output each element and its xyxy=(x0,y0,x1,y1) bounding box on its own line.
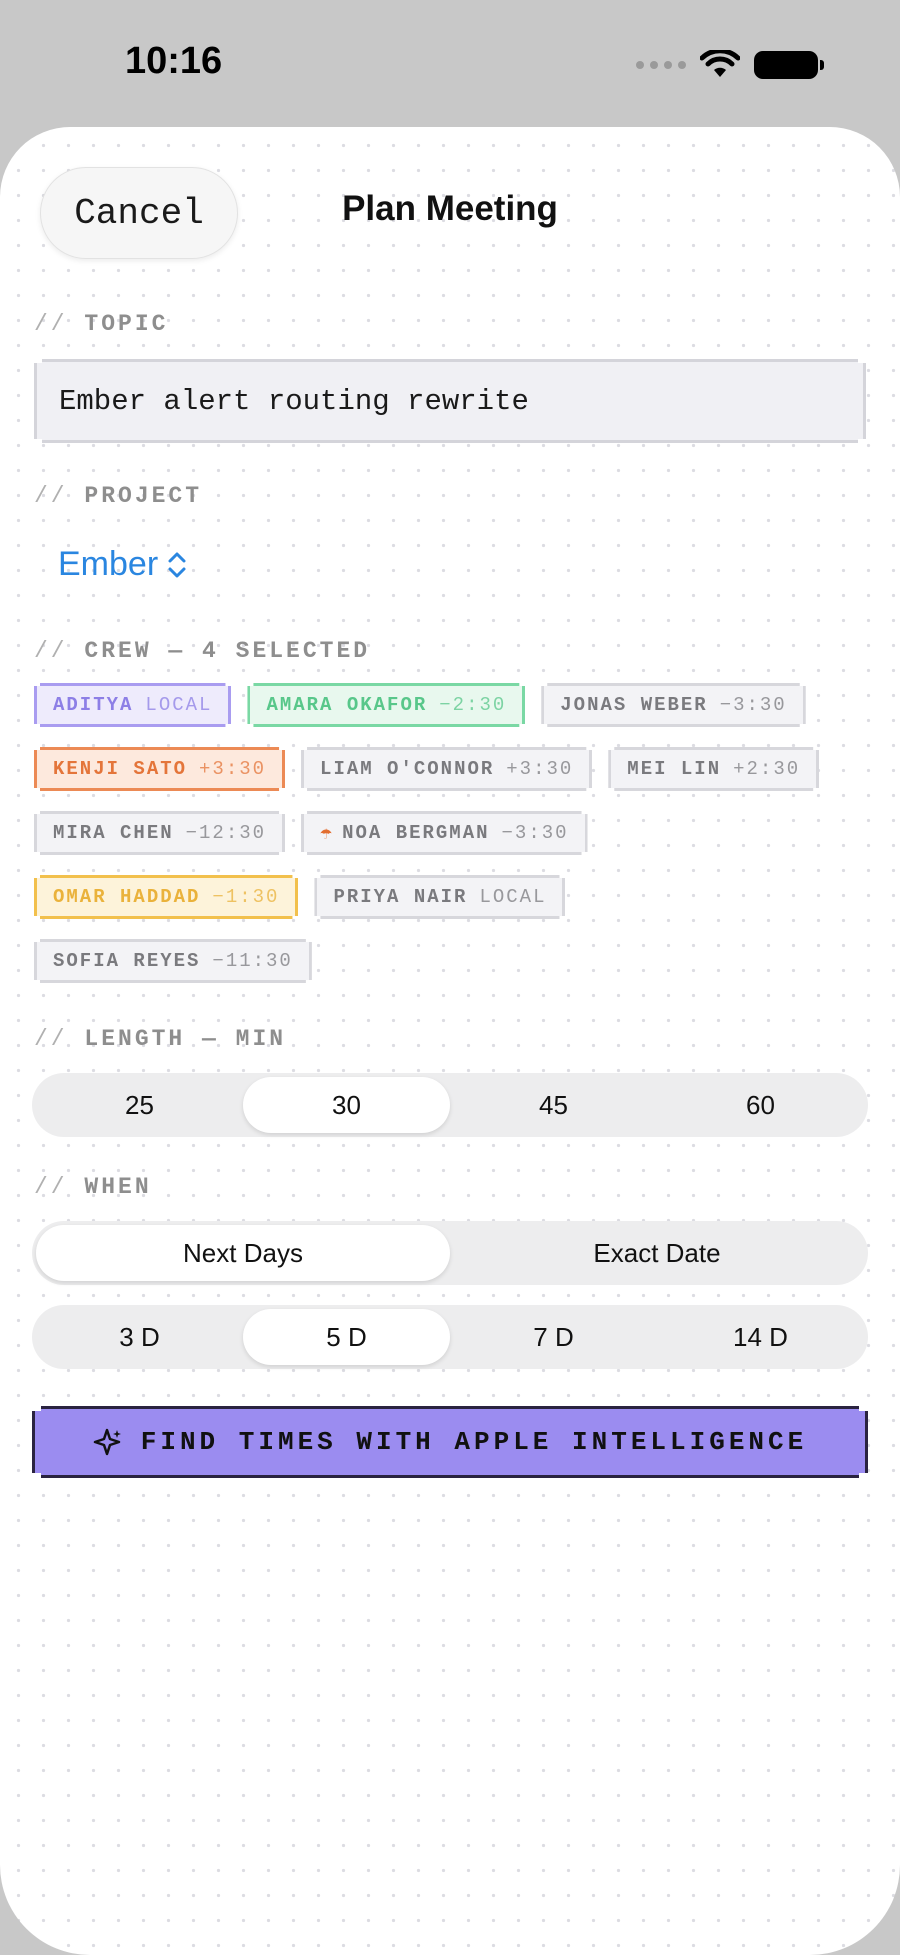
when-mode-picker: Next Days Exact Date xyxy=(32,1221,868,1285)
when-label: // WHEN xyxy=(34,1174,152,1200)
days-option-14[interactable]: 14 D xyxy=(657,1309,864,1365)
chevron-up-down-icon xyxy=(168,552,186,577)
days-option-7[interactable]: 7 D xyxy=(450,1309,657,1365)
crew-chip-priya-nair[interactable]: PRIYA NAIR LOCAL xyxy=(314,875,565,919)
topic-label: // TOPIC xyxy=(34,311,169,337)
crew-row: ADITYA LOCAL AMARA OKAFOR −2:30 JONAS WEBE… xyxy=(34,683,874,727)
status-icons xyxy=(636,50,824,80)
topic-input[interactable]: Ember alert routing rewrite xyxy=(34,359,866,443)
cellular-icon xyxy=(636,61,686,69)
crew-row: MIRA CHEN −12:30 ☂ NOA BERGMAN −3:30 xyxy=(34,811,874,855)
days-option-3[interactable]: 3 D xyxy=(36,1309,243,1365)
battery-icon xyxy=(754,51,824,79)
days-picker: 3 D 5 D 7 D 14 D xyxy=(32,1305,868,1369)
crew-chip-mei-lin[interactable]: MEI LIN +2:30 xyxy=(608,747,819,791)
length-option-25[interactable]: 25 xyxy=(36,1077,243,1133)
sparkle-icon xyxy=(93,1427,123,1457)
crew-chip-omar-haddad[interactable]: OMAR HADDAD −1:30 xyxy=(34,875,298,919)
crew-chip-aditya[interactable]: ADITYA LOCAL xyxy=(34,683,231,727)
status-time: 10:16 xyxy=(125,40,223,82)
length-option-30[interactable]: 30 xyxy=(243,1077,450,1133)
crew-row: KENJI SATO +3:30 LIAM O'CONNOR +3:30 MEI L… xyxy=(34,747,874,791)
crew-row: SOFIA REYES −11:30 xyxy=(34,939,874,983)
umbrella-icon: ☂ xyxy=(320,823,335,846)
length-option-45[interactable]: 45 xyxy=(450,1077,657,1133)
page-title: Plan Meeting xyxy=(342,189,558,228)
project-value: Ember xyxy=(58,545,159,583)
days-option-5[interactable]: 5 D xyxy=(243,1309,450,1365)
length-option-60[interactable]: 60 xyxy=(657,1077,864,1133)
crew-chip-amara-okafor[interactable]: AMARA OKAFOR −2:30 xyxy=(247,683,525,727)
wifi-icon xyxy=(700,50,740,77)
crew-chip-sofia-reyes[interactable]: SOFIA REYES −11:30 xyxy=(34,939,312,983)
project-picker[interactable]: Ember xyxy=(58,545,188,584)
length-picker: 25 30 45 60 xyxy=(32,1073,868,1137)
crew-label: // CREW — 4 SELECTED xyxy=(34,638,371,664)
crew-chip-noa-bergman[interactable]: ☂ NOA BERGMAN −3:30 xyxy=(301,811,587,855)
mode-exact-date[interactable]: Exact Date xyxy=(450,1225,864,1281)
mode-next-days[interactable]: Next Days xyxy=(36,1225,450,1281)
crew-chip-mira-chen[interactable]: MIRA CHEN −12:30 xyxy=(34,811,285,855)
find-times-label: FIND TIMES WITH APPLE INTELLIGENCE xyxy=(140,1427,808,1457)
plan-meeting-sheet: Cancel Plan Meeting // TOPIC Ember alert… xyxy=(0,127,900,1955)
length-label: // LENGTH — MIN xyxy=(34,1026,287,1052)
find-times-button[interactable]: FIND TIMES WITH APPLE INTELLIGENCE xyxy=(32,1406,868,1478)
project-label: // PROJECT xyxy=(34,483,203,509)
crew-chip-list: ADITYA LOCAL AMARA OKAFOR −2:30 JONAS WEBE… xyxy=(34,683,874,1003)
crew-row: OMAR HADDAD −1:30 PRIYA NAIR LOCAL xyxy=(34,875,874,919)
crew-chip-kenji-sato[interactable]: KENJI SATO +3:30 xyxy=(34,747,285,791)
crew-chip-liam-oconnor[interactable]: LIAM O'CONNOR +3:30 xyxy=(301,747,592,791)
crew-chip-jonas-weber[interactable]: JONAS WEBER −3:30 xyxy=(541,683,805,727)
status-bar: 10:16 xyxy=(0,0,900,128)
